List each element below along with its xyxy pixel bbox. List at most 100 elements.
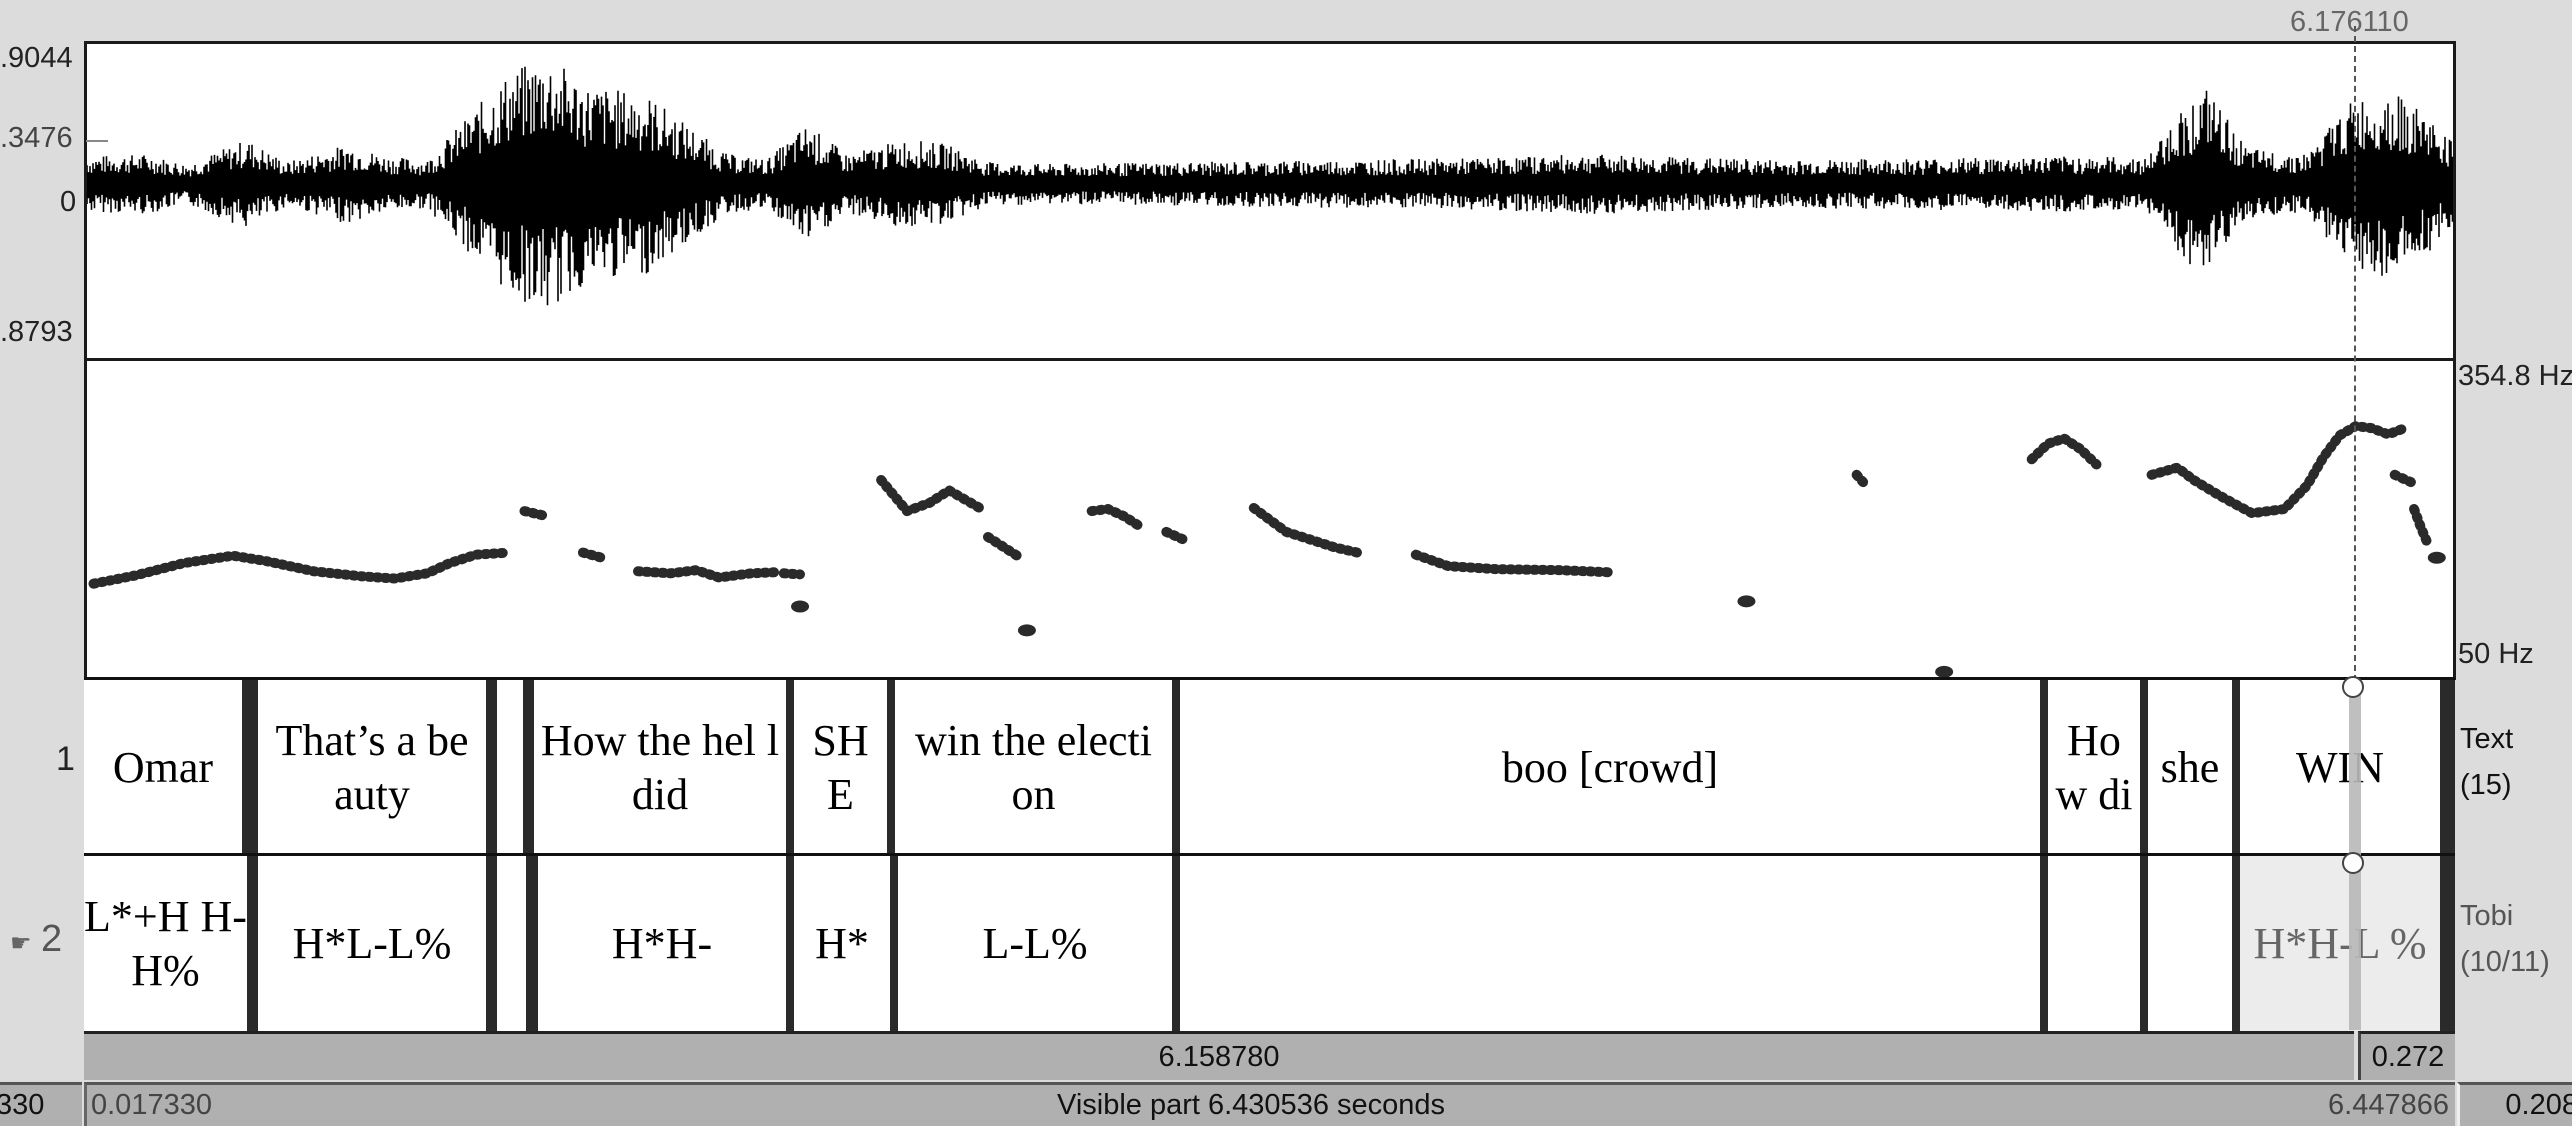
pitch-top-label: 354.8 Hz <box>2458 360 2572 392</box>
visible-part-bar[interactable]: 0.017330 Visible part 6.430536 seconds 6… <box>84 1082 2455 1126</box>
tier-2-interval[interactable]: H*L-L% <box>258 856 486 1031</box>
pitch-segment <box>1161 526 1188 545</box>
pitch-segment <box>1248 503 1363 558</box>
cursor-line <box>2354 26 2356 681</box>
selection-duration-left-value: 6.158780 <box>1158 1040 1280 1073</box>
tier-1-boundary[interactable] <box>2232 680 2240 855</box>
tier-1-boundary[interactable] <box>786 680 794 855</box>
pitch-contour <box>88 421 2446 677</box>
visible-part-label: Visible part 6.430536 seconds <box>1057 1089 1446 1121</box>
tier-2-boundary[interactable] <box>526 856 538 1031</box>
tier-2-interval[interactable]: H* <box>794 856 890 1031</box>
tier-2-boundary[interactable] <box>786 856 794 1031</box>
selection-duration-right-value: 0.272 <box>2371 1040 2445 1073</box>
interval-label: win the electi on <box>914 715 1152 819</box>
waveform-marker-tick <box>86 140 108 142</box>
tier-1-boundary[interactable] <box>2040 680 2048 855</box>
interval-label: WIN <box>2296 742 2384 792</box>
bottom-right-offset[interactable]: 0.208 <box>2457 1082 2572 1126</box>
tier-2-boundary[interactable] <box>2040 856 2048 1031</box>
interval-label: L*+H H-H% <box>84 891 247 995</box>
tier-2-boundary[interactable] <box>890 856 898 1031</box>
pitch-segment <box>519 506 553 522</box>
pitch-point <box>1935 665 1954 677</box>
tier-1-boundary[interactable] <box>2440 680 2455 855</box>
tier-2-boundary-handle[interactable] <box>2342 852 2364 874</box>
interval-label: That’s a be auty <box>275 715 469 819</box>
pitch-panel[interactable] <box>84 358 2456 680</box>
pitch-point <box>1017 624 1036 637</box>
tier-2-interval[interactable] <box>2048 856 2140 1031</box>
tier-1-text[interactable]: Omar That’s a be auty How the hel l did SH … <box>84 677 2455 855</box>
waveform-min-label: .8793 <box>0 316 73 348</box>
pitch-point <box>791 600 810 613</box>
waveform-marker-label: .3476 <box>0 122 73 154</box>
interval-label: H*L-L% <box>292 918 452 968</box>
tier-2-boundary[interactable] <box>2140 856 2148 1031</box>
cursor-time-label: 6.176110 <box>2290 6 2409 38</box>
tier-2-interval[interactable]: H*H-L % <box>2240 856 2440 1031</box>
tier-2-interval[interactable]: H*H- <box>538 856 786 1031</box>
waveform-zero-label: 0 <box>60 186 77 218</box>
pitch-segment <box>778 568 805 580</box>
tier-2-boundary[interactable] <box>1172 856 1180 1031</box>
tier-2-interval[interactable] <box>497 856 526 1031</box>
visible-start-time: 0.017330 <box>91 1089 212 1121</box>
tier-1-boundary[interactable] <box>2140 680 2148 855</box>
interval-label: she <box>2160 742 2220 792</box>
pitch-segment <box>1410 549 1616 578</box>
waveform-trace <box>87 66 2453 306</box>
tier-2-boundary[interactable] <box>247 856 258 1031</box>
selection-duration-right[interactable]: 0.272 <box>2358 1031 2455 1080</box>
bottom-left-offset[interactable]: 330 <box>0 1082 82 1126</box>
tier-2-boundary[interactable] <box>2440 856 2455 1031</box>
interval-label: How the hel l did <box>540 715 780 819</box>
bottom-right-offset-value: 0.208 <box>2505 1089 2572 1121</box>
pitch-segment <box>983 532 1026 563</box>
tier-1-interval[interactable]: she <box>2148 680 2232 855</box>
tier-1-name: Text (15) <box>2460 716 2513 808</box>
pitch-segment <box>577 547 611 564</box>
bottom-left-offset-value: 330 <box>0 1089 45 1121</box>
hand-pointer-icon: ☛ <box>10 930 32 957</box>
interval-label: H*H-L % <box>2253 918 2427 968</box>
waveform <box>87 66 2453 306</box>
interval-label: H* <box>815 918 869 968</box>
tier-1-interval[interactable]: WIN <box>2240 680 2440 855</box>
pitch-segment <box>1851 469 1869 488</box>
tier-2-boundary[interactable] <box>2232 856 2240 1031</box>
tier-2-boundary[interactable] <box>486 856 497 1031</box>
interval-label: H*H- <box>611 918 713 968</box>
tier-2-interval[interactable] <box>1180 856 2040 1031</box>
tier-1-boundary[interactable] <box>486 680 497 855</box>
tier-2-name: Tobi (10/11) <box>2460 893 2550 985</box>
tier-1-boundary-handle[interactable] <box>2342 676 2364 698</box>
tier-1-interval[interactable]: That’s a be auty <box>258 680 486 855</box>
pitch-segment <box>1086 504 1146 532</box>
tier-1-interval[interactable]: SH E <box>794 680 887 855</box>
tier-2-interval[interactable]: L*+H H-H% <box>84 856 247 1031</box>
waveform-panel[interactable] <box>84 41 2456 361</box>
pitch-point <box>1737 595 1756 608</box>
tier-1-interval[interactable]: boo [crowd] <box>1180 680 2040 855</box>
interval-label: boo [crowd] <box>1501 742 1719 792</box>
pitch-segment <box>633 565 780 583</box>
selection-duration-left[interactable]: 6.158780 <box>84 1031 2354 1080</box>
tier-1-boundary[interactable] <box>887 680 895 855</box>
tier-1-number: 1 <box>56 740 75 778</box>
tier-1-interval[interactable]: How the hel l did <box>534 680 786 855</box>
tier-1-interval[interactable] <box>497 680 523 855</box>
tier-1-boundary[interactable] <box>1172 680 1180 855</box>
tier-2-interval[interactable]: L-L% <box>898 856 1172 1031</box>
tier-2-interval[interactable] <box>2148 856 2232 1031</box>
tier-1-interval[interactable]: Omar <box>84 680 242 855</box>
tier-1-boundary[interactable] <box>523 680 534 855</box>
tier-2-tobi[interactable]: L*+H H-H% H*L-L% H*H- H* L-L% H*H-L % <box>84 853 2455 1031</box>
interval-label: Omar <box>112 742 214 792</box>
interval-label: L-L% <box>982 918 1088 968</box>
pitch-segment <box>2409 504 2433 548</box>
tier-1-boundary[interactable] <box>242 680 258 855</box>
tier-1-interval[interactable]: Ho w di <box>2048 680 2140 855</box>
pitch-bottom-label: 50 Hz <box>2458 638 2534 670</box>
tier-1-interval[interactable]: win the electi on <box>895 680 1172 855</box>
